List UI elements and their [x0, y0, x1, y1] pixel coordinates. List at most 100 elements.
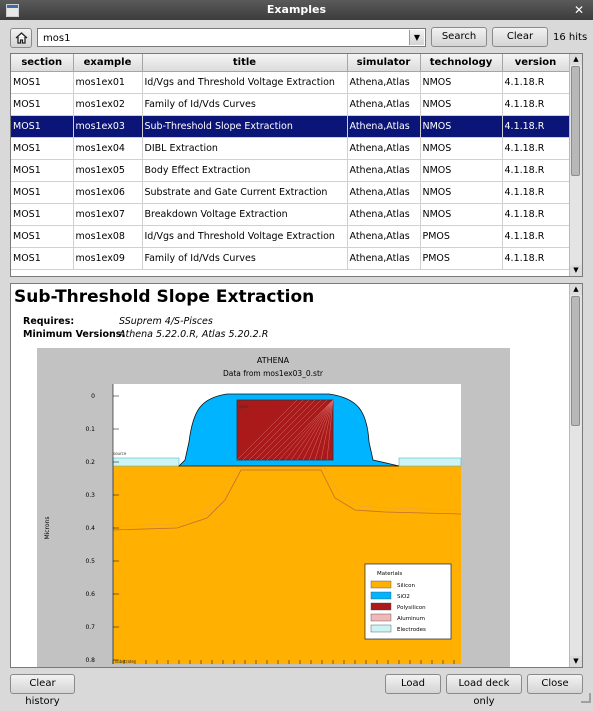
table-cell-section: MOS1: [11, 181, 74, 204]
load-button[interactable]: Load: [385, 674, 441, 694]
window-title: Examples: [266, 3, 327, 16]
hits-count: 16 hits: [553, 32, 588, 43]
example-description: Sub-Threshold Slope Extraction Requires:…: [10, 283, 583, 668]
scroll-down-icon[interactable]: ▼: [570, 656, 582, 667]
table-cell-technology: NMOS: [420, 71, 503, 94]
column-header-simulator[interactable]: simulator: [347, 54, 421, 72]
table-row[interactable]: MOS1 mos1ex09 Family of Id/Vds Curves Athen…: [11, 247, 570, 270]
table-row[interactable]: MOS1 mos1ex02 Family of Id/Vds Curves Athen…: [11, 93, 570, 116]
search-combo[interactable]: ▼: [37, 28, 426, 47]
resize-grip-icon[interactable]: [581, 693, 591, 703]
table-cell-technology: NMOS: [420, 137, 503, 160]
examples-table: section example title simulator technology ve…: [10, 53, 583, 277]
table-cell-example: mos1ex04: [73, 137, 143, 160]
table-cell-technology: NMOS: [420, 203, 503, 226]
column-header-version[interactable]: version: [502, 54, 570, 72]
table-body: MOS1 mos1ex01 Id/Vgs and Threshold Voltage…: [11, 71, 570, 270]
table-cell-version: 4.1.18.R: [502, 93, 570, 116]
search-button[interactable]: Search: [431, 27, 487, 47]
legend-label: Electrodes: [397, 627, 426, 633]
table-scroll-thumb[interactable]: [571, 66, 580, 176]
table-cell-section: MOS1: [11, 225, 74, 248]
column-header-example[interactable]: example: [73, 54, 143, 72]
structure-plot: ATHENA Data from mos1ex03_0.str Microns …: [37, 348, 510, 667]
table-row[interactable]: MOS1 mos1ex05 Body Effect Extraction Athena…: [11, 159, 570, 182]
table-cell-section: MOS1: [11, 71, 74, 94]
load-deck-only-button[interactable]: Load deck only: [446, 674, 522, 707]
table-cell-version: 4.1.18.R: [502, 181, 570, 204]
home-button[interactable]: [10, 28, 32, 48]
table-cell-example: mos1ex06: [73, 181, 143, 204]
table-row[interactable]: MOS1 mos1ex03 Sub-Threshold Slope Extracti…: [11, 115, 570, 138]
table-cell-version: 4.1.18.R: [502, 203, 570, 226]
chevron-down-icon[interactable]: ▼: [409, 30, 424, 45]
clear-history-button[interactable]: Clear history: [10, 674, 75, 707]
legend-label: Silicon: [397, 583, 415, 589]
table-cell-simulator: Athena,Atlas: [347, 137, 421, 160]
y-tick-label: 0.8: [85, 657, 95, 664]
table-cell-version: 4.1.18.R: [502, 225, 570, 248]
home-icon: [15, 32, 28, 44]
doc-scroll-thumb[interactable]: [571, 296, 580, 426]
table-cell-title: DIBL Extraction: [142, 137, 348, 160]
scroll-down-icon[interactable]: ▼: [570, 265, 582, 276]
table-cell-section: MOS1: [11, 203, 74, 226]
table-cell-example: mos1ex05: [73, 159, 143, 182]
column-header-technology[interactable]: technology: [420, 54, 503, 72]
column-header-title[interactable]: title: [142, 54, 348, 72]
source-electrode: [112, 457, 180, 467]
scroll-up-icon[interactable]: ▲: [570, 284, 582, 295]
table-cell-example: mos1ex02: [73, 93, 143, 116]
table-cell-version: 4.1.18.R: [502, 247, 570, 270]
table-cell-example: mos1ex08: [73, 225, 143, 248]
close-icon[interactable]: ✕: [571, 2, 587, 18]
table-cell-example: mos1ex07: [73, 203, 143, 226]
table-cell-example: mos1ex09: [73, 247, 143, 270]
table-cell-technology: NMOS: [420, 159, 503, 182]
legend-swatch: [370, 624, 392, 633]
plot-legend: Materials Silicon SiO2 Polysilicon Aluminum…: [364, 563, 452, 640]
table-row[interactable]: MOS1 mos1ex06 Substrate and Gate Current E…: [11, 181, 570, 204]
plot-ylabel: Microns: [44, 516, 51, 539]
table-cell-simulator: Athena,Atlas: [347, 225, 421, 248]
column-header-section[interactable]: section: [11, 54, 74, 72]
y-tick-label: 0.1: [85, 426, 95, 433]
table-cell-example: mos1ex01: [73, 71, 143, 94]
doc-scrollbar[interactable]: ▲ ▼: [569, 284, 582, 667]
y-tick-labels: 0 0.1 0.2 0.3 0.4 0.5 0.6 0.7 0.8: [85, 393, 95, 664]
toolbar: ▼ Search Clear 16 hits: [0, 22, 593, 52]
table-scrollbar[interactable]: ▲ ▼: [569, 54, 582, 276]
clear-button[interactable]: Clear: [492, 27, 548, 47]
table-row[interactable]: MOS1 mos1ex04 DIBL Extraction Athena,Atlas N…: [11, 137, 570, 160]
table-cell-technology: NMOS: [420, 181, 503, 204]
minver-value: Athena 5.22.0.R, Atlas 5.20.2.R: [119, 329, 269, 340]
table-cell-title: Family of Id/Vds Curves: [142, 247, 348, 270]
table-cell-title: Id/Vgs and Threshold Voltage Extraction: [142, 225, 348, 248]
table-cell-title: Substrate and Gate Current Extraction: [142, 181, 348, 204]
legend-swatch: [370, 602, 392, 611]
table-cell-version: 4.1.18.R: [502, 115, 570, 138]
table-cell-simulator: Athena,Atlas: [347, 71, 421, 94]
table-cell-example: mos1ex03: [73, 115, 143, 138]
table-cell-title: Body Effect Extraction: [142, 159, 348, 182]
close-button[interactable]: Close: [527, 674, 583, 694]
table-row[interactable]: MOS1 mos1ex08 Id/Vgs and Threshold Voltage…: [11, 225, 570, 248]
electrode-label-source: source: [113, 451, 127, 456]
table-cell-title: Sub-Threshold Slope Extraction: [142, 115, 348, 138]
y-tick-label: 0.2: [85, 459, 95, 466]
table-cell-simulator: Athena,Atlas: [347, 181, 421, 204]
table-cell-simulator: Athena,Atlas: [347, 159, 421, 182]
table-cell-section: MOS1: [11, 115, 74, 138]
y-tick-label: 0: [91, 393, 95, 400]
legend-label: SiO2: [397, 594, 410, 600]
legend-swatch: [370, 613, 392, 622]
table-row[interactable]: MOS1 mos1ex01 Id/Vgs and Threshold Voltage…: [11, 71, 570, 94]
table-cell-simulator: Athena,Atlas: [347, 203, 421, 226]
table-row[interactable]: MOS1 mos1ex07 Breakdown Voltage Extraction…: [11, 203, 570, 226]
doc-heading: Sub-Threshold Slope Extraction: [14, 287, 315, 307]
search-input[interactable]: [41, 30, 405, 46]
table-cell-technology: NMOS: [420, 115, 503, 138]
y-tick-label: 0.6: [85, 591, 95, 598]
scroll-up-icon[interactable]: ▲: [570, 54, 582, 65]
table-cell-version: 4.1.18.R: [502, 159, 570, 182]
